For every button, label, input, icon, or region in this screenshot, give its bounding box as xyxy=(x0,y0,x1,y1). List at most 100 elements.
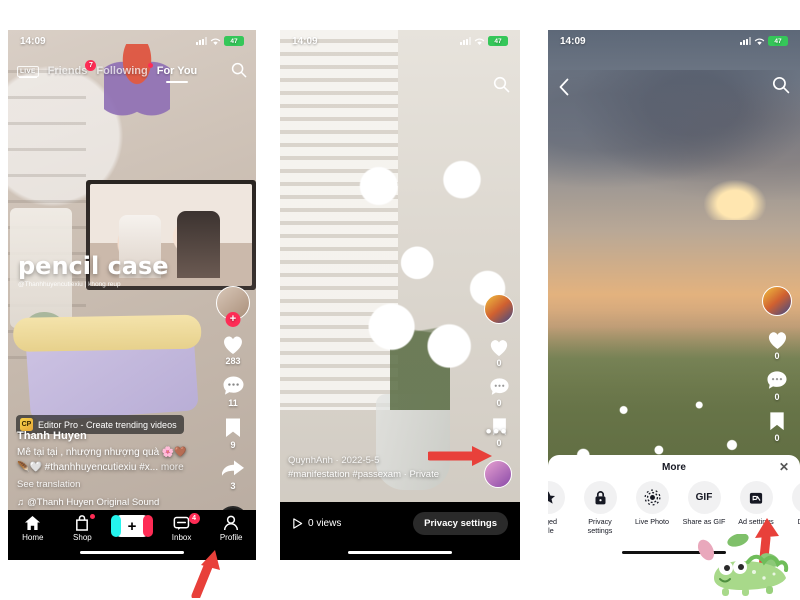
nav-inbox-label: Inbox xyxy=(171,533,192,542)
nav-shop[interactable]: Shop xyxy=(59,514,105,542)
sun-decor xyxy=(704,180,766,220)
sheet-header: More ✕ xyxy=(548,455,800,479)
wifi-icon xyxy=(754,38,765,45)
comment-icon xyxy=(223,376,243,395)
like-button[interactable]: 0 xyxy=(488,337,510,368)
bookmark-count: 9 xyxy=(230,440,236,450)
status-icons: 47 xyxy=(740,36,788,46)
sheet-item-partial[interactable]: ...ged ...le xyxy=(548,481,574,535)
arrow-to-profile-tab xyxy=(191,550,220,598)
caption-more-link[interactable]: more xyxy=(161,462,184,473)
avatar-image xyxy=(762,286,792,316)
more-options-button[interactable]: ••• xyxy=(486,422,508,442)
bookmark-icon xyxy=(226,418,240,437)
share-button[interactable]: 3 xyxy=(221,459,245,491)
inbox-badge: 4 xyxy=(188,513,200,524)
like-count: 0 xyxy=(496,358,502,368)
status-time: 14:09 xyxy=(20,35,46,47)
action-rail: + 283 11 9 3 xyxy=(216,286,250,536)
comment-button[interactable]: 0 xyxy=(766,370,788,402)
phone-screen-more-sheet: 14:09 47 0 0 0 More ✕ ed le Privacy sett… xyxy=(548,30,800,560)
nav-inbox[interactable]: 4 Inbox xyxy=(159,513,205,542)
ad-settings-icon xyxy=(739,481,773,514)
battery-indicator: 47 xyxy=(224,36,244,46)
phone2-screen: 14:09 47 0 0 0 ••• QuynhAnh · 2022-5-5 #… xyxy=(280,30,520,560)
sheet-title: More xyxy=(662,461,686,473)
creator-avatar[interactable]: + xyxy=(216,286,250,327)
sheet-label-share-as-gif: Share as GIF xyxy=(682,517,726,526)
search-icon[interactable] xyxy=(231,62,247,81)
live-badge[interactable]: LIVE xyxy=(17,65,39,79)
music-row[interactable]: ♫ @Thanh Huyen Original Sound xyxy=(17,496,189,510)
following-dot-badge xyxy=(147,63,153,68)
creator-avatar[interactable] xyxy=(762,286,792,316)
status-icons: 47 xyxy=(460,36,508,46)
screenshot-stage: 14:09 47 LIVE Friends 7 Following For Yo… xyxy=(0,0,800,600)
battery-indicator: 47 xyxy=(768,36,788,46)
share-count: 3 xyxy=(230,481,236,491)
phone-screen-my-video: 14:09 47 0 0 0 ••• QuynhAnh · 2022-5-5 #… xyxy=(280,30,520,560)
home-indicator xyxy=(80,550,184,554)
plus-glyph: + xyxy=(127,517,137,535)
nav-profile-label: Profile xyxy=(219,533,243,542)
caption-line2-row: 🪶🤍 #thanhhuyencutiexiu #x... more xyxy=(17,461,189,476)
sheet-label-partial: ...ged ...le xyxy=(548,517,557,535)
crocodile-mascot-watermark xyxy=(697,534,789,596)
status-bar: 14:09 47 xyxy=(548,30,800,52)
like-count: 0 xyxy=(774,351,780,361)
status-time: 14:09 xyxy=(292,35,318,47)
privacy-settings-button[interactable]: Privacy settings xyxy=(413,511,508,535)
video-footer-bar: 0 views Privacy settings xyxy=(280,502,520,560)
person-icon xyxy=(224,515,239,531)
comment-button[interactable]: 0 xyxy=(489,377,510,408)
tab-for-you[interactable]: For You xyxy=(157,65,197,83)
see-translation-link[interactable]: See translation xyxy=(17,478,189,492)
music-note-icon: ♫ xyxy=(17,497,25,509)
home-indicator xyxy=(348,550,452,554)
bookmark-button[interactable]: 9 xyxy=(224,417,242,450)
nav-profile[interactable]: Profile xyxy=(208,515,254,542)
phone-screen-feed: 14:09 47 LIVE Friends 7 Following For Yo… xyxy=(8,30,256,560)
status-time: 14:09 xyxy=(560,35,586,47)
comment-button[interactable]: 11 xyxy=(222,375,245,408)
top-tab-bar: LIVE Friends 7 Following For You xyxy=(8,56,256,86)
overlay-title: pencil case xyxy=(18,252,169,280)
phone3-screen: 14:09 47 0 0 0 More ✕ ed le Privacy sett… xyxy=(548,30,800,560)
caption-line2: 🪶🤍 #thanhhuyencutiexiu #x... xyxy=(17,461,159,473)
arrow-to-more-dots xyxy=(428,446,492,466)
wifi-icon xyxy=(474,38,485,45)
creator-avatar[interactable] xyxy=(484,294,514,324)
search-icon[interactable] xyxy=(772,76,790,99)
star-partial-icon xyxy=(548,481,565,514)
tab-friends[interactable]: Friends 7 xyxy=(48,60,97,77)
tab-following-label: Following xyxy=(96,65,148,77)
search-icon[interactable] xyxy=(493,76,510,98)
comment-icon xyxy=(489,378,509,395)
bookmark-count: 0 xyxy=(774,433,780,443)
status-icons: 47 xyxy=(196,36,244,46)
bookmark-button[interactable]: 0 xyxy=(768,411,786,443)
follow-button[interactable]: + xyxy=(225,312,241,327)
sheet-item-share-as-gif[interactable]: GIF Share as GIF xyxy=(678,481,730,535)
heart-icon xyxy=(224,336,242,354)
comment-count: 0 xyxy=(496,398,502,408)
shop-dot-badge xyxy=(90,514,96,519)
like-button[interactable]: 283 xyxy=(221,333,245,366)
phone1-screen: 14:09 47 LIVE Friends 7 Following For Yo… xyxy=(8,30,256,560)
sheet-item-live-photo[interactable]: Live Photo xyxy=(626,481,678,535)
create-plus-icon[interactable]: + xyxy=(110,515,153,537)
pencil-pouch-decor xyxy=(25,324,199,422)
chevron-left-icon[interactable] xyxy=(558,78,570,101)
views-count: 0 views xyxy=(308,517,342,529)
sheet-label-live-photo: Live Photo xyxy=(635,517,669,526)
video-caption: Thanh Huyen Mê tại tại , nhượng nhượng q… xyxy=(8,429,198,510)
nav-create[interactable]: + xyxy=(109,515,155,537)
close-x-icon[interactable]: ✕ xyxy=(779,461,789,473)
nav-home[interactable]: Home xyxy=(10,515,56,542)
tab-following[interactable]: Following xyxy=(96,63,153,77)
caption-username[interactable]: Thanh Huyen xyxy=(17,429,189,445)
sheet-item-privacy-settings[interactable]: Privacy settings xyxy=(574,481,626,535)
like-button[interactable]: 0 xyxy=(766,329,789,361)
comment-count: 0 xyxy=(774,392,780,402)
trash-icon xyxy=(791,481,800,514)
